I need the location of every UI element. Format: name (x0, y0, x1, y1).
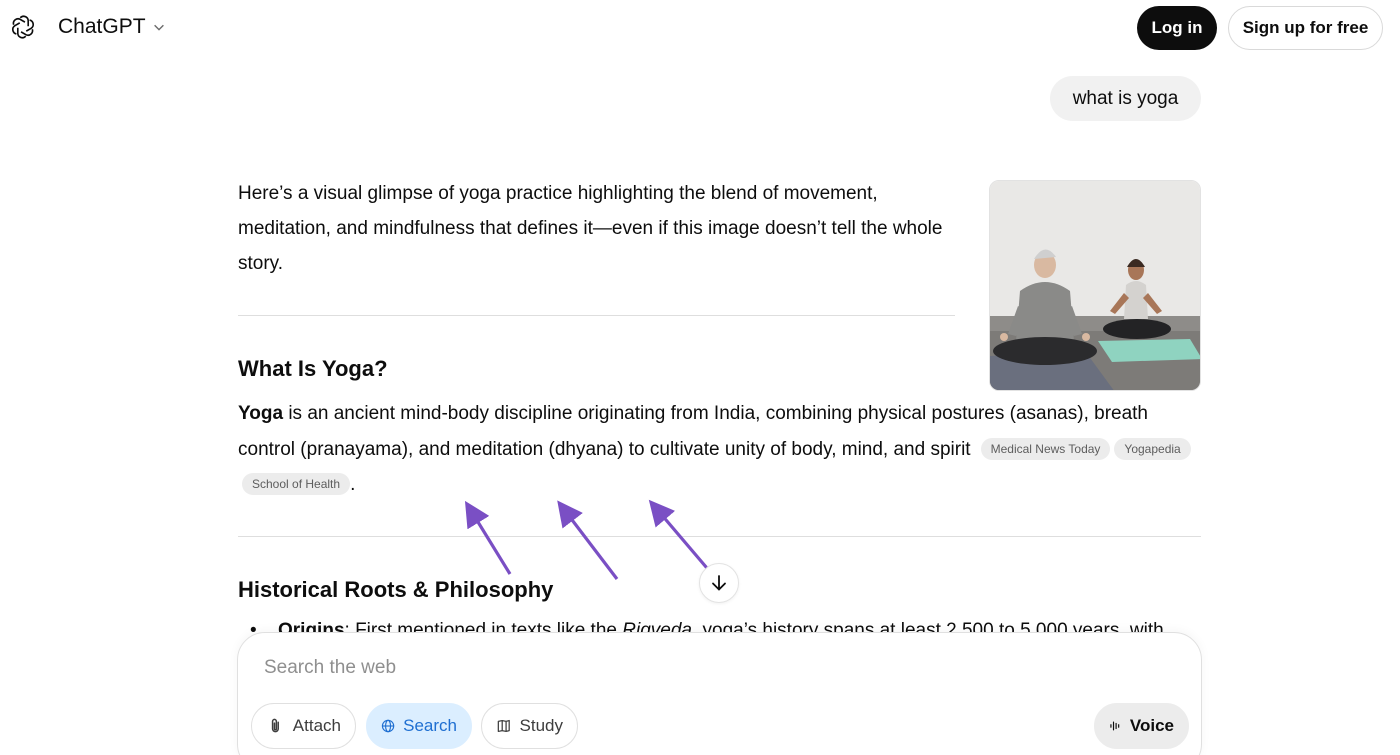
openai-logo-icon[interactable] (10, 14, 36, 40)
signup-button[interactable]: Sign up for free (1228, 6, 1383, 50)
login-button[interactable]: Log in (1137, 6, 1217, 50)
attach-label: Attach (292, 716, 341, 735)
attach-button[interactable]: Attach (251, 703, 356, 749)
citation-chip-yogapedia[interactable]: Yogapedia (1114, 437, 1191, 460)
yoga-photo-illustration (990, 181, 1200, 390)
assistant-intro-text: Here’s a visual glimpse of yoga practice… (238, 183, 943, 274)
search-toggle-button[interactable]: Search (366, 703, 472, 749)
model-selector[interactable]: ChatGPT (58, 15, 166, 39)
chevron-down-icon (153, 24, 164, 31)
book-icon (497, 719, 510, 733)
study-button[interactable]: Study (481, 703, 578, 749)
citation-chip-school-of-health[interactable]: School of Health (242, 473, 351, 495)
divider (238, 315, 955, 316)
arrow-down-icon (712, 575, 726, 591)
voice-wave-icon (1110, 721, 1120, 731)
yoga-image[interactable] (989, 180, 1201, 391)
annotation-arrow-3 (648, 499, 714, 576)
sentence-end: . (350, 474, 356, 495)
voice-label: Voice (1129, 716, 1174, 735)
section-heading-historical-roots: Historical Roots & Philosophy (238, 577, 554, 602)
yoga-definition-paragraph: Yoga is an ancient mind-body discipline … (238, 396, 1198, 503)
bold-term: Yoga (238, 403, 284, 424)
scroll-to-bottom-button[interactable] (699, 563, 739, 603)
composer: Attach Search Study Voice (237, 632, 1202, 755)
annotation-arrow-2 (557, 500, 619, 580)
section-heading-what-is-yoga: What Is Yoga? (238, 356, 388, 381)
globe-icon (381, 719, 395, 733)
user-message-bubble: what is yoga (1050, 76, 1201, 121)
search-label: Search (403, 716, 457, 735)
voice-button[interactable]: Voice (1094, 703, 1189, 749)
top-bar: ChatGPT Log in Sign up for free (0, 0, 1400, 56)
study-label: Study (519, 716, 563, 735)
search-input[interactable] (264, 655, 1064, 681)
divider (238, 536, 1201, 537)
paperclip-icon (271, 718, 279, 733)
app-name: ChatGPT (58, 15, 146, 38)
citation-chip-medical-news-today[interactable]: Medical News Today (980, 437, 1111, 460)
annotation-arrow-1 (464, 500, 512, 575)
